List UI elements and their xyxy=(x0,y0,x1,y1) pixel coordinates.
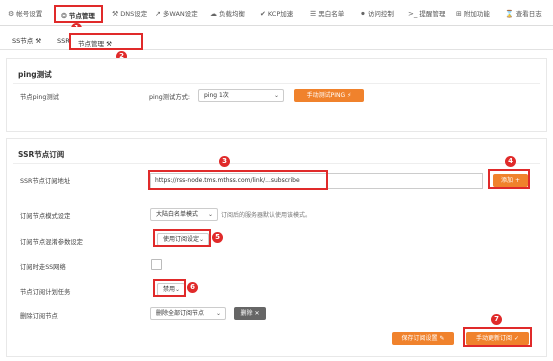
list-icon: ☰ xyxy=(310,10,317,18)
chevron-down-icon: ⌄ xyxy=(207,211,213,218)
highlight-add-box xyxy=(488,169,530,189)
node-mode-hint: 订阅后的服务器默认使用该模式。 xyxy=(221,212,312,219)
nav-item-extras[interactable]: ⊞ 附加功能 xyxy=(456,8,490,21)
step-badge-6: 6 xyxy=(187,282,198,293)
nav-item-load-balance[interactable]: ☁ 负载均衡 xyxy=(210,8,245,21)
step-badge-7: 7 xyxy=(491,314,502,325)
tab-ss-nodes[interactable]: SS节点 ⚒ xyxy=(12,35,41,45)
nav-item-access-control[interactable]: ⚫ 访问控制 xyxy=(360,8,394,21)
delete-nodes-label: 删除订阅节点 xyxy=(20,313,58,320)
highlight-update-box xyxy=(463,327,532,347)
ping-test-panel: ping测试 节点ping测试 ping测试方式: ping 1次 ⌄ 手动测试… xyxy=(6,58,547,132)
nav-item-logs[interactable]: ⌛ 查看日志 xyxy=(505,8,542,21)
ping-row-label: 节点ping测试 xyxy=(20,94,59,101)
ping-method-select[interactable]: ping 1次 ⌄ xyxy=(198,89,284,102)
terminal-icon: >_ xyxy=(408,10,418,18)
nav-item-dns[interactable]: ⚒ DNS设定 xyxy=(112,8,147,21)
ping-section-title: ping测试 xyxy=(18,70,52,79)
node-icon: ❂ xyxy=(61,12,67,20)
chevron-down-icon: ⌄ xyxy=(273,92,279,99)
nav-item-node-management[interactable]: ❂ 节点管理 xyxy=(54,5,103,23)
route-icon: ↗ xyxy=(155,10,161,18)
manual-ping-button[interactable]: 手动测试PING ⚡ xyxy=(294,89,364,102)
nav-item-multiwan[interactable]: ↗ 多WAN设定 xyxy=(155,8,198,21)
step-badge-3: 3 xyxy=(219,156,230,167)
gear-icon: ⚙ xyxy=(8,10,15,18)
cloud-icon: ☁ xyxy=(210,10,217,18)
tools-icon: ⚒ xyxy=(112,10,119,18)
ssr-section-title: SSR节点订阅 xyxy=(18,150,65,159)
ping-method-value: ping 1次 xyxy=(204,92,229,99)
save-subscription-button[interactable]: 保存订阅设置 ✎ xyxy=(392,332,454,345)
tab-node-management[interactable]: 节点管理 ⚒ xyxy=(69,33,143,50)
delete-nodes-select[interactable]: 删除全部订阅节点 ⌄ xyxy=(150,307,226,320)
log-icon: ⌛ xyxy=(505,10,514,18)
nav-item-account-settings[interactable]: ⚙ 帐号设置 xyxy=(8,8,42,21)
delete-button[interactable]: 删除 ✕ xyxy=(234,307,266,320)
nav-item-kcp[interactable]: ✔ KCP加速 xyxy=(260,8,293,21)
plugin-icon: ⊞ xyxy=(456,10,462,18)
delete-nodes-value: 删除全部订阅节点 xyxy=(156,310,205,317)
nav-item-notify[interactable]: >_ 提醒管理 xyxy=(408,8,445,21)
step-badge-5: 5 xyxy=(212,232,223,243)
node-mode-select[interactable]: 大陆白名单模式 ⌄ xyxy=(150,208,218,221)
ss-network-checkbox[interactable] xyxy=(151,259,162,270)
nav-item-black-white-list[interactable]: ☰ 黑白名单 xyxy=(310,8,344,21)
obfs-param-label: 订阅节点混淆参数设定 xyxy=(20,239,83,246)
lock-icon: ⚫ xyxy=(360,10,366,18)
divider xyxy=(13,163,540,164)
subscribe-url-label: SSR节点订阅地址 xyxy=(20,178,71,185)
ping-method-label: ping测试方式: xyxy=(149,94,191,101)
chevron-down-icon: ⌄ xyxy=(215,310,221,317)
nav-item-node-management-content: ❂ 节点管理 xyxy=(61,10,95,23)
tab-node-management-label: 节点管理 ⚒ xyxy=(78,40,112,48)
highlight-url-box xyxy=(148,170,328,190)
divider xyxy=(13,83,540,84)
highlight-schedule-box xyxy=(153,279,186,297)
schedule-label: 节点订阅计划任务 xyxy=(20,289,71,296)
step-badge-4: 4 xyxy=(505,156,516,167)
ss-network-label: 订阅时走SS网络 xyxy=(20,264,66,271)
node-mode-value: 大陆白名单模式 xyxy=(156,211,199,218)
highlight-obfs-box xyxy=(153,229,211,247)
node-mode-label: 订阅节点模式设定 xyxy=(20,213,71,220)
kcp-icon: ✔ xyxy=(260,10,266,18)
